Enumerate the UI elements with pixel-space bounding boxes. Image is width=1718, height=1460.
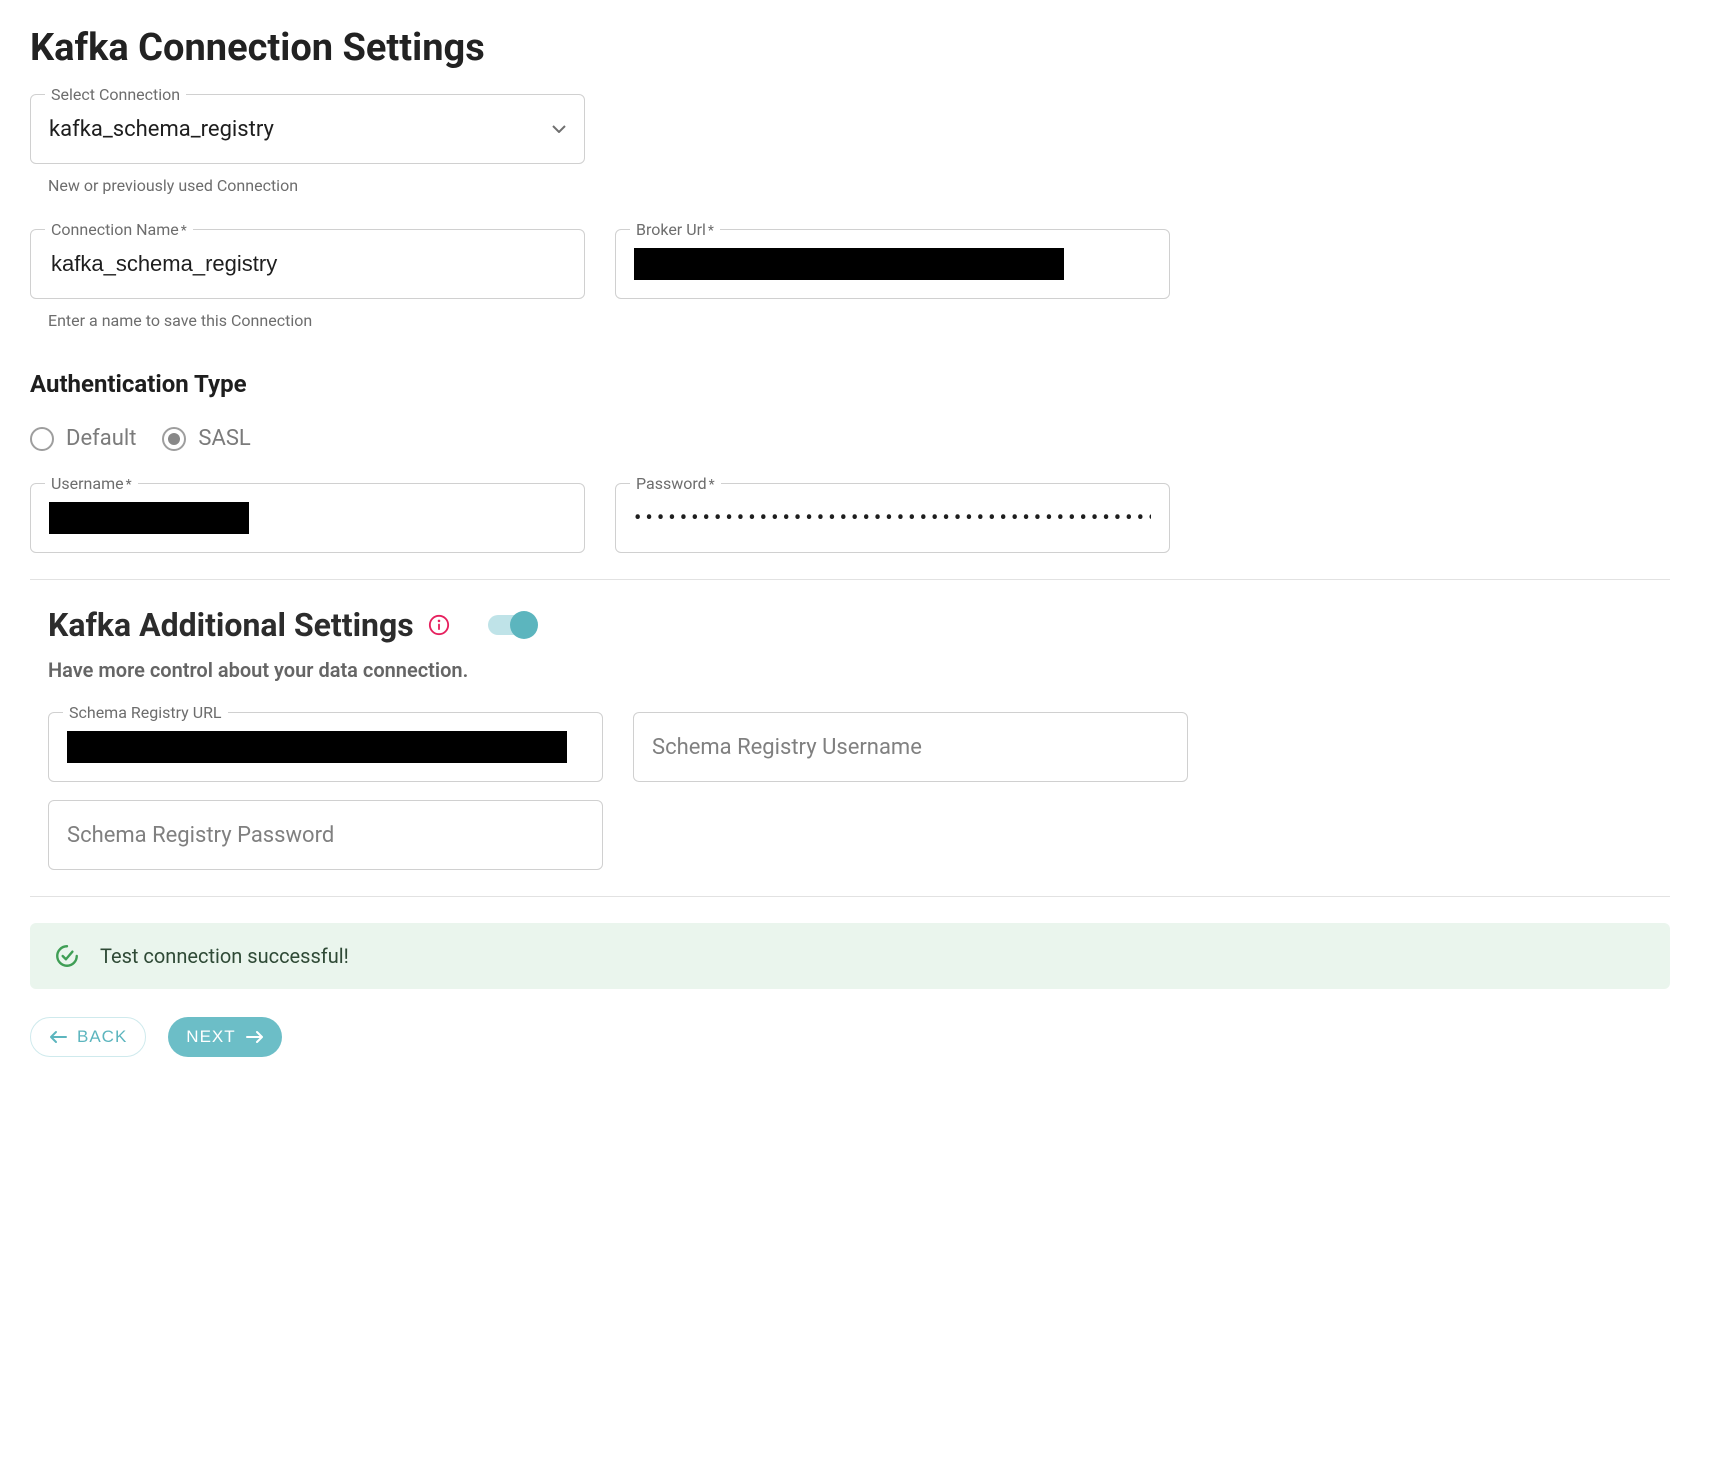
radio-icon	[30, 427, 54, 451]
page-title: Kafka Connection Settings	[30, 26, 1670, 70]
back-button-label: BACK	[77, 1027, 127, 1047]
broker-url-label: Broker Url*	[630, 220, 720, 239]
select-connection-helper: New or previously used Connection	[48, 176, 585, 195]
connection-name-helper: Enter a name to save this Connection	[48, 311, 585, 330]
connection-name-field[interactable]: Connection Name*	[30, 229, 585, 299]
auth-radio-default[interactable]: Default	[30, 426, 136, 451]
username-value-redacted	[49, 502, 249, 534]
additional-settings-title: Kafka Additional Settings	[48, 606, 414, 644]
schema-registry-username-field[interactable]: Schema Registry Username	[633, 712, 1188, 782]
schema-registry-password-field[interactable]: Schema Registry Password	[48, 800, 603, 870]
select-connection-label: Select Connection	[45, 85, 186, 104]
auth-type-radio-group: Default SASL	[30, 426, 1670, 451]
next-button-label: NEXT	[186, 1027, 235, 1047]
broker-url-value-redacted	[634, 248, 1064, 280]
schema-registry-url-value-redacted	[67, 731, 567, 763]
password-mask: ••••••••••••••••••••••••••••••••••••••••…	[634, 506, 1151, 531]
select-connection-value: kafka_schema_registry	[49, 117, 552, 142]
username-field[interactable]: Username*	[30, 483, 585, 553]
select-connection-dropdown[interactable]: Select Connection kafka_schema_registry	[30, 94, 585, 164]
schema-registry-url-field[interactable]: Schema Registry URL	[48, 712, 603, 782]
info-icon[interactable]	[428, 614, 450, 636]
alert-text: Test connection successful!	[100, 944, 349, 968]
next-button[interactable]: NEXT	[168, 1017, 281, 1057]
connection-name-label: Connection Name*	[45, 220, 193, 239]
arrow-right-icon	[246, 1030, 264, 1044]
check-circle-icon	[54, 943, 80, 969]
schema-registry-url-label: Schema Registry URL	[63, 703, 228, 722]
success-alert: Test connection successful!	[30, 923, 1670, 989]
password-field[interactable]: Password* ••••••••••••••••••••••••••••••…	[615, 483, 1170, 553]
auth-radio-sasl-label: SASL	[198, 426, 250, 451]
connection-name-input[interactable]	[49, 244, 566, 284]
schema-registry-password-placeholder: Schema Registry Password	[67, 823, 584, 848]
divider	[30, 896, 1670, 897]
password-label: Password*	[630, 474, 721, 493]
back-button[interactable]: BACK	[30, 1017, 146, 1057]
auth-radio-default-label: Default	[66, 426, 136, 451]
chevron-down-icon	[552, 125, 566, 133]
broker-url-field[interactable]: Broker Url*	[615, 229, 1170, 299]
radio-icon	[162, 427, 186, 451]
username-label: Username*	[45, 474, 138, 493]
toggle-knob	[510, 611, 538, 639]
divider	[30, 579, 1670, 580]
additional-settings-toggle[interactable]	[488, 615, 534, 635]
auth-type-title: Authentication Type	[30, 370, 1670, 398]
arrow-left-icon	[49, 1030, 67, 1044]
additional-settings-subtitle: Have more control about your data connec…	[48, 658, 1670, 682]
schema-registry-username-placeholder: Schema Registry Username	[652, 735, 1169, 760]
auth-radio-sasl[interactable]: SASL	[162, 426, 250, 451]
